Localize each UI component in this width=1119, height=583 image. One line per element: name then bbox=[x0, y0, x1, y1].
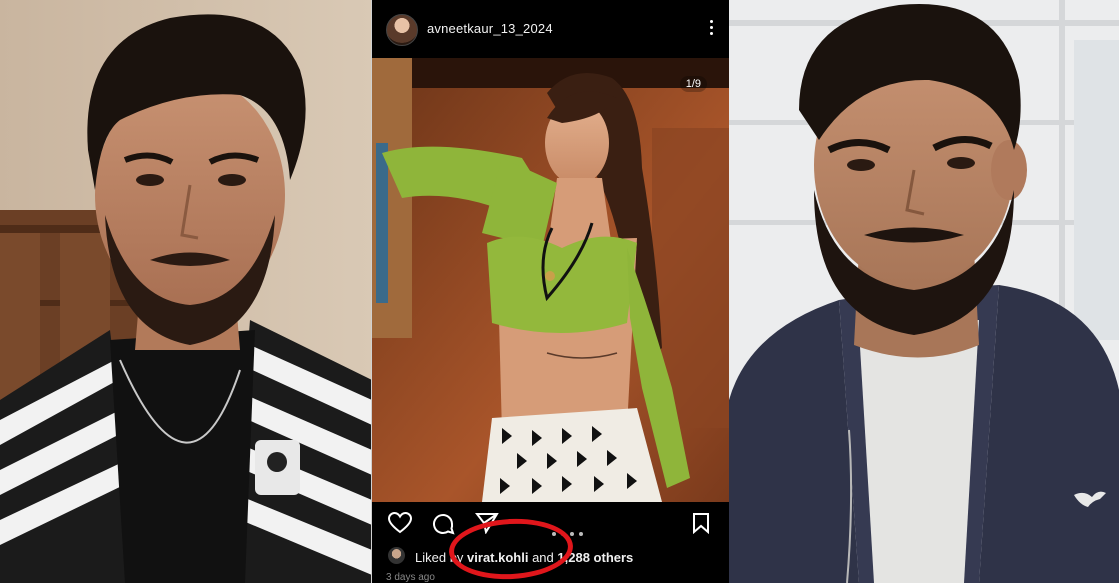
post-header: avneetkaur_13_2024 bbox=[372, 0, 729, 58]
left-portrait-photo bbox=[0, 0, 372, 583]
more-vertical-icon[interactable] bbox=[709, 20, 715, 36]
post-photo-image bbox=[372, 58, 729, 502]
bookmark-icon[interactable] bbox=[692, 512, 710, 539]
post-photo[interactable]: 1/9 bbox=[372, 58, 729, 502]
comment-icon[interactable] bbox=[431, 512, 455, 541]
heart-icon[interactable] bbox=[387, 511, 413, 539]
right-portrait-image bbox=[729, 0, 1119, 583]
likes-suffix[interactable]: others bbox=[590, 550, 634, 565]
instagram-post: avneetkaur_13_2024 1/9 Liked by virat.ko… bbox=[372, 0, 729, 583]
username-link[interactable]: avneetkaur_13_2024 bbox=[427, 21, 553, 36]
post-timestamp: 3 days ago bbox=[386, 572, 435, 583]
slide-counter: 1/9 bbox=[679, 76, 707, 92]
right-portrait-photo bbox=[729, 0, 1119, 583]
profile-avatar[interactable] bbox=[386, 14, 418, 46]
left-portrait-image bbox=[0, 0, 372, 583]
liker-avatar[interactable] bbox=[388, 547, 405, 564]
